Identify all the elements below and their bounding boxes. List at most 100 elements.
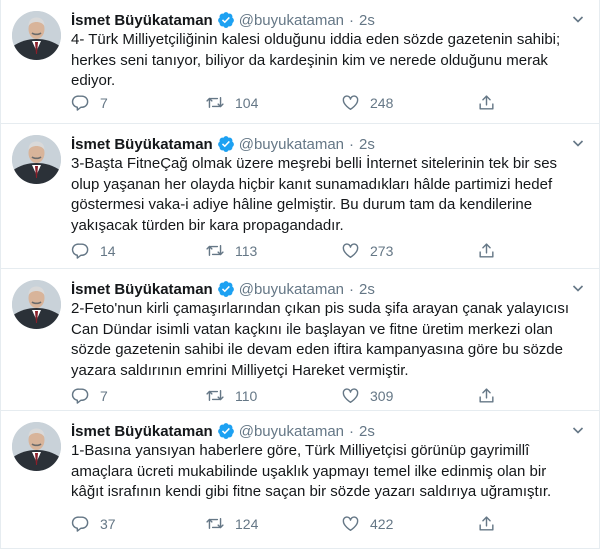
like-button[interactable]: 273 bbox=[341, 241, 393, 260]
retweet-icon bbox=[205, 514, 235, 533]
tweet-header: İsmet Büyükataman @buyukataman · 2s bbox=[71, 278, 375, 300]
tweet-header: İsmet Büyükataman @buyukataman · 2s bbox=[71, 133, 375, 155]
chevron-down-icon[interactable] bbox=[571, 12, 585, 31]
retweet-count: 124 bbox=[235, 515, 259, 532]
reply-icon bbox=[71, 514, 100, 533]
tweet-actions: 37 124 422 bbox=[71, 514, 511, 534]
retweet-count: 110 bbox=[235, 387, 258, 404]
author-name[interactable]: İsmet Büyükataman bbox=[71, 12, 213, 29]
tweet-text: 3-Başta FitneÇağ olmak üzere meşrebi bel… bbox=[71, 154, 571, 236]
retweet-count: 113 bbox=[235, 242, 258, 259]
reply-count: 7 bbox=[100, 94, 108, 111]
reply-button[interactable]: 7 bbox=[71, 93, 108, 112]
retweet-button[interactable]: 124 bbox=[205, 514, 258, 533]
tweet-text-line: kâğıt israfının kendi gibi fitne saçan b… bbox=[71, 483, 552, 500]
tweet-text: 1-Basına yansıyan haberlere göre, Türk M… bbox=[71, 441, 571, 503]
share-icon bbox=[477, 386, 506, 405]
tweet-timestamp[interactable]: 2s bbox=[359, 12, 375, 29]
share-button[interactable] bbox=[477, 386, 506, 405]
tweet-actions: 14 113 273 bbox=[71, 241, 511, 261]
tweet-text: 2-Feto'nun kirli çamaşırlarından çıkan p… bbox=[71, 299, 571, 381]
separator-dot: · bbox=[349, 422, 355, 440]
like-count: 273 bbox=[370, 242, 394, 259]
tweet-timestamp[interactable]: 2s bbox=[359, 423, 375, 440]
author-handle[interactable]: @buyukataman bbox=[239, 281, 344, 298]
retweet-icon bbox=[205, 93, 235, 112]
verified-badge-icon bbox=[217, 422, 235, 440]
share-button[interactable] bbox=[477, 514, 506, 533]
retweet-count: 104 bbox=[235, 94, 259, 111]
reply-button[interactable]: 14 bbox=[71, 241, 116, 260]
like-count: 422 bbox=[370, 515, 394, 532]
share-button[interactable] bbox=[477, 93, 506, 112]
tweet-text-line: ediyor. bbox=[71, 72, 116, 89]
tweet-feed: İsmet Büyükataman @buyukataman · 2s 4- Türk … bbox=[0, 0, 600, 549]
tweet-card[interactable]: İsmet Büyükataman @buyukataman · 2s 1-Basına… bbox=[1, 411, 599, 549]
author-name[interactable]: İsmet Büyükataman bbox=[71, 281, 213, 298]
retweet-button[interactable]: 113 bbox=[205, 241, 257, 260]
tweet-card[interactable]: İsmet Büyükataman @buyukataman · 2s 4- Türk … bbox=[1, 0, 599, 124]
tweet-header: İsmet Büyükataman @buyukataman · 2s bbox=[71, 420, 375, 442]
tweet-text-line: olup yaşanan her olayda hiçbir kanıt sun… bbox=[71, 175, 553, 193]
retweet-button[interactable]: 104 bbox=[205, 93, 258, 112]
like-button[interactable]: 309 bbox=[341, 386, 393, 405]
chevron-down-icon[interactable] bbox=[571, 281, 585, 300]
retweet-icon bbox=[205, 386, 235, 405]
like-count: 248 bbox=[370, 94, 394, 111]
tweet-text: 4- Türk Milliyetçiliğinin kalesi olduğun… bbox=[71, 30, 571, 92]
tweet-card[interactable]: İsmet Büyükataman @buyukataman · 2s 2-Feto'n… bbox=[1, 269, 599, 411]
heart-icon bbox=[341, 93, 370, 112]
reply-icon bbox=[71, 241, 100, 260]
tweet-header: İsmet Büyükataman @buyukataman · 2s bbox=[71, 9, 375, 31]
tweet-actions: 7 104 248 bbox=[71, 93, 511, 113]
avatar[interactable] bbox=[12, 280, 61, 329]
tweet-timestamp[interactable]: 2s bbox=[359, 281, 375, 298]
tweet-text-line: 1-Basına yansıyan haberlere göre, Türk M… bbox=[71, 442, 530, 459]
author-handle[interactable]: @buyukataman bbox=[239, 12, 344, 29]
like-button[interactable]: 248 bbox=[341, 93, 393, 112]
tweet-text-line: amaçlara ücreti mukabilinde uşaklık yapm… bbox=[71, 462, 547, 480]
author-name[interactable]: İsmet Büyükataman bbox=[71, 423, 213, 440]
author-handle[interactable]: @buyukataman bbox=[239, 136, 344, 153]
tweet-text-line: herkes seni tanıyor, biliyor da kardeşin… bbox=[71, 51, 548, 69]
retweet-icon bbox=[205, 241, 235, 260]
heart-icon bbox=[341, 386, 370, 405]
reply-count: 37 bbox=[100, 515, 116, 532]
tweet-text-line: 2-Feto'nun kirli çamaşırlarından çıkan p… bbox=[71, 300, 570, 317]
avatar[interactable] bbox=[12, 422, 61, 471]
heart-icon bbox=[341, 514, 370, 533]
author-handle[interactable]: @buyukataman bbox=[239, 423, 344, 440]
tweet-text-line: sözde gazetenin sahibi ile devam eden if… bbox=[71, 341, 563, 358]
tweet-text-line: yazara saldırının emrini Milliyetçi Hare… bbox=[71, 361, 409, 379]
chevron-down-icon[interactable] bbox=[571, 423, 585, 442]
like-button[interactable]: 422 bbox=[341, 514, 393, 533]
verified-badge-icon bbox=[217, 280, 235, 298]
heart-icon bbox=[341, 241, 370, 260]
tweet-text-line: yakışacak türden bir kara propagandadır. bbox=[71, 216, 344, 234]
tweet-text-line: göstermesi vaka-i adiye hâline gelmiştir… bbox=[71, 196, 533, 213]
tweet-text-line: Can Dündar isimli vatan kaçkını ile başl… bbox=[71, 320, 553, 338]
separator-dot: · bbox=[349, 135, 355, 153]
share-icon bbox=[477, 241, 506, 260]
retweet-button[interactable]: 110 bbox=[205, 386, 257, 405]
share-button[interactable] bbox=[477, 241, 506, 260]
tweet-card[interactable]: İsmet Büyükataman @buyukataman · 2s 3-Başta … bbox=[1, 124, 599, 269]
like-count: 309 bbox=[370, 387, 394, 404]
reply-button[interactable]: 37 bbox=[71, 514, 116, 533]
author-name[interactable]: İsmet Büyükataman bbox=[71, 136, 213, 153]
share-icon bbox=[477, 93, 506, 112]
reply-count: 7 bbox=[100, 387, 108, 404]
avatar[interactable] bbox=[12, 11, 61, 60]
avatar[interactable] bbox=[12, 135, 61, 184]
tweet-text-line: 3-Başta FitneÇağ olmak üzere meşrebi bel… bbox=[71, 155, 558, 172]
tweet-actions: 7 110 309 bbox=[71, 386, 511, 406]
reply-button[interactable]: 7 bbox=[71, 386, 108, 405]
tweet-timestamp[interactable]: 2s bbox=[359, 136, 375, 153]
reply-icon bbox=[71, 386, 100, 405]
share-icon bbox=[477, 514, 506, 533]
verified-badge-icon bbox=[217, 135, 235, 153]
tweet-text-line: 4- Türk Milliyetçiliğinin kalesi olduğun… bbox=[71, 31, 561, 48]
separator-dot: · bbox=[349, 280, 355, 298]
chevron-down-icon[interactable] bbox=[571, 136, 585, 155]
verified-badge-icon bbox=[217, 11, 235, 29]
